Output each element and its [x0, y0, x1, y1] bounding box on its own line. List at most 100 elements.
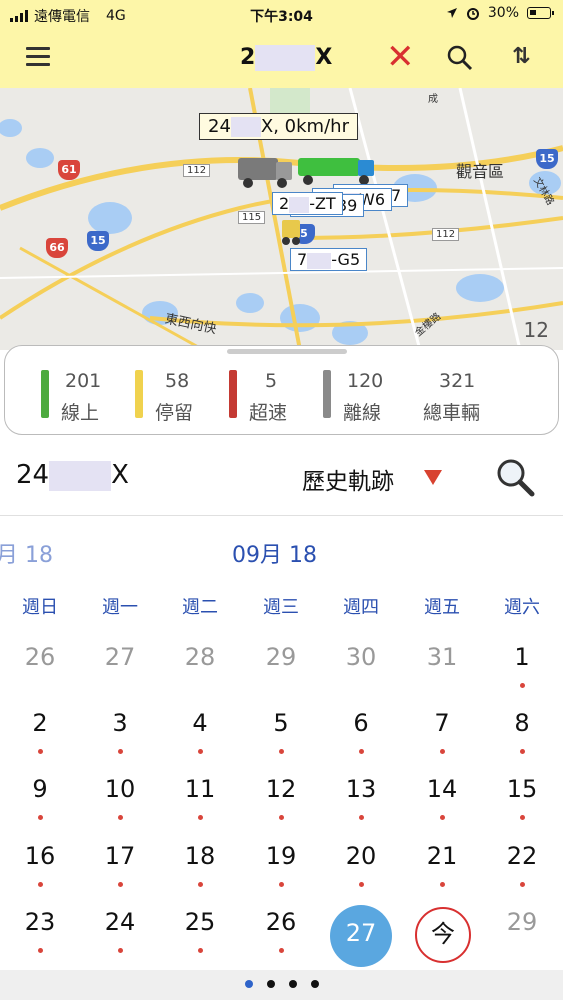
calendar-day[interactable]: 21 — [412, 842, 472, 870]
calendar-day[interactable]: 23 — [10, 908, 70, 936]
event-dot — [359, 882, 364, 887]
weekday-label: 週四 — [343, 597, 379, 618]
calendar-day[interactable]: 28 — [170, 643, 230, 671]
legend-count: 201 — [65, 370, 102, 392]
menu-icon[interactable] — [26, 47, 50, 67]
vehicle-label-text: -ZT — [309, 194, 336, 213]
truck-icon[interactable] — [238, 150, 298, 190]
calendar-day[interactable]: 1 — [492, 643, 552, 671]
calendar-day[interactable]: 15 — [492, 775, 552, 803]
legend-label: 停留 — [155, 402, 194, 424]
tooltip-prefix: 24 — [208, 116, 231, 137]
truck-icon[interactable] — [280, 220, 302, 246]
vehicle-label[interactable]: 2 -ZT — [272, 192, 343, 215]
magnifier-icon[interactable] — [494, 456, 536, 498]
calendar-day[interactable]: 14 — [412, 775, 472, 803]
page-dot[interactable] — [289, 980, 297, 988]
event-dot — [279, 815, 284, 820]
legend-count: 5 — [265, 370, 278, 392]
calendar-day[interactable]: 17 — [90, 842, 150, 870]
calendar-day[interactable]: 13 — [331, 775, 391, 803]
event-dot — [359, 815, 364, 820]
page-dot[interactable] — [311, 980, 319, 988]
page-dot[interactable] — [245, 980, 253, 988]
event-dot — [279, 882, 284, 887]
calendar-day[interactable]: 26 — [10, 643, 70, 671]
calendar-day[interactable]: 4 — [170, 709, 230, 737]
weekday-label: 週三 — [263, 597, 299, 618]
calendar-day[interactable]: 7 — [412, 709, 472, 737]
event-dot — [118, 815, 123, 820]
place-label: 成 — [428, 94, 438, 105]
calendar-day[interactable]: 22 — [492, 842, 552, 870]
map-view[interactable]: 61 112 115 66 15 5 112 15 觀音區 東西向快 金樓路 文… — [0, 88, 563, 350]
vehicle-title-prefix: 2 — [240, 45, 256, 70]
calendar-day[interactable]: 30 — [331, 643, 391, 671]
event-dot — [520, 749, 525, 754]
vehicle-label-text: 2 — [279, 194, 290, 213]
calendar-day[interactable]: 25 — [170, 908, 230, 936]
road-shield: 15 — [536, 149, 558, 169]
close-icon[interactable]: ✕ — [386, 40, 415, 74]
today-day[interactable]: 今 — [415, 907, 471, 963]
event-dot — [118, 882, 123, 887]
search-icon[interactable] — [446, 44, 474, 72]
calendar-day[interactable]: 20 — [331, 842, 391, 870]
legend-label: 線上 — [61, 402, 100, 424]
calendar-day[interactable]: 3 — [90, 709, 150, 737]
calendar-day[interactable]: 6 — [331, 709, 391, 737]
calendar-day[interactable]: 31 — [412, 643, 472, 671]
road-box: 112 — [432, 228, 460, 241]
page-dot[interactable] — [267, 980, 275, 988]
place-label: 觀音區 — [456, 162, 505, 181]
calendar-day[interactable]: 16 — [10, 842, 70, 870]
event-dot — [198, 749, 203, 754]
selected-vehicle-prefix: 24 — [16, 460, 50, 490]
calendar-day[interactable]: 10 — [90, 775, 150, 803]
truck-icon[interactable] — [298, 154, 378, 186]
map-corner-number: 12 — [523, 318, 549, 342]
calendar-day[interactable]: 12 — [251, 775, 311, 803]
toolbar: 2 X ✕ ⇅ — [0, 30, 563, 88]
event-dot — [279, 749, 284, 754]
road-box: 112 — [183, 164, 211, 177]
calendar-day[interactable]: 11 — [170, 775, 230, 803]
calendar-day[interactable]: 26 — [251, 908, 311, 936]
calendar-day[interactable]: 2 — [10, 709, 70, 737]
vehicle-title-suffix: X — [315, 45, 333, 70]
legend-label: 總車輛 — [423, 402, 481, 424]
calendar-day[interactable]: 18 — [170, 842, 230, 870]
vehicle-tooltip: 24 X, 0km/hr — [199, 113, 358, 140]
event-dot — [520, 882, 525, 887]
calendar-day[interactable]: 29 — [251, 643, 311, 671]
drag-handle[interactable] — [227, 349, 347, 354]
event-dot — [38, 948, 43, 953]
event-dot — [38, 882, 43, 887]
calendar-day[interactable]: 5 — [251, 709, 311, 737]
calendar-day[interactable]: 29 — [492, 908, 552, 936]
selected-day[interactable]: 27 — [330, 905, 392, 967]
sort-icon[interactable]: ⇅ — [512, 44, 530, 69]
weekday-label: 週日 — [22, 597, 58, 618]
dropdown-triangle-icon[interactable] — [424, 470, 442, 485]
calendar-day[interactable]: 9 — [10, 775, 70, 803]
event-dot — [38, 815, 43, 820]
battery-icon — [527, 7, 554, 19]
event-dot — [440, 749, 445, 754]
legend-label: 超速 — [249, 402, 288, 424]
location-icon — [446, 8, 457, 18]
calendar-day[interactable]: 19 — [251, 842, 311, 870]
road-box: 115 — [238, 211, 266, 224]
calendar-day[interactable]: 8 — [492, 709, 552, 737]
event-dot — [118, 948, 123, 953]
tooltip-suffix: X, 0km/hr — [260, 116, 349, 137]
calendar-day[interactable]: 27 — [90, 643, 150, 671]
weekday-label: 週六 — [504, 597, 540, 618]
calendar-day[interactable]: 24 — [90, 908, 150, 936]
weekday-label: 週五 — [424, 597, 460, 618]
page-indicator — [0, 970, 563, 1000]
vehicle-label[interactable]: 7 -G5 — [290, 248, 368, 271]
mode-selector[interactable]: 歷史軌跡 — [302, 462, 394, 496]
prev-month-label[interactable]: 月 18 — [0, 537, 53, 569]
weekday-label: 週二 — [182, 597, 218, 618]
